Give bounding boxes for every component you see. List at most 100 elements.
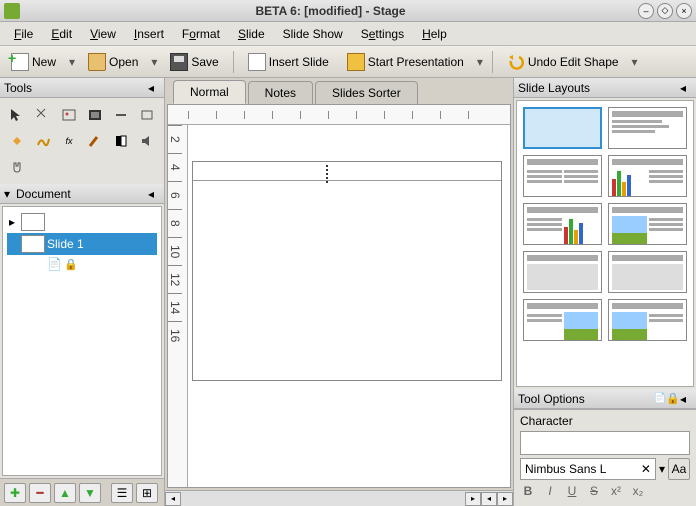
right-panel: Slide Layouts ◂ Tool Options 📄 🔒 ◂ Chara… <box>513 78 696 506</box>
separator <box>233 51 234 73</box>
menu-slideshow[interactable]: Slide Show <box>275 24 351 44</box>
app-icon <box>4 3 20 19</box>
line-tool[interactable] <box>110 104 132 126</box>
font-dropdown-icon[interactable]: ▾ <box>659 462 665 476</box>
lock-icon: 🔒 <box>64 258 78 271</box>
layout-blank[interactable] <box>523 107 602 149</box>
italic-button[interactable]: I <box>542 484 558 498</box>
center-area: Normal Notes Slides Sorter 2468101214161… <box>165 78 513 506</box>
options-collapse[interactable]: ◂ <box>680 392 692 406</box>
tool-options-panel: Character Nimbus Sans L ✕ ▾ Aa B I U S x… <box>514 409 696 506</box>
move-down-button[interactable]: ▼ <box>79 483 101 503</box>
start-presentation-button[interactable]: Start Presentation <box>340 49 471 75</box>
layout-title-only-2[interactable] <box>608 251 687 293</box>
scroll-left-2[interactable]: ◂ <box>481 492 497 506</box>
clear-icon[interactable]: ✕ <box>641 462 651 476</box>
save-button[interactable]: Save <box>163 49 225 75</box>
pin-icon[interactable]: 📄 <box>654 393 666 404</box>
layout-image-text[interactable] <box>608 203 687 245</box>
speaker-tool[interactable] <box>136 130 158 152</box>
list-view-button[interactable]: ☰ <box>111 483 133 503</box>
character-input[interactable] <box>520 431 690 455</box>
horizontal-scrollbar[interactable]: ◂ ▸ ◂ ▸ <box>165 490 513 506</box>
open-button[interactable]: Open <box>81 49 145 75</box>
media-tool[interactable] <box>84 104 106 126</box>
layout-two-col-text[interactable] <box>523 155 602 197</box>
slide-canvas[interactable] <box>192 161 502 381</box>
play-icon <box>347 53 365 71</box>
picture-tool[interactable] <box>58 104 80 126</box>
contrast-tool[interactable] <box>110 130 132 152</box>
fill-tool[interactable] <box>6 130 28 152</box>
layouts-collapse[interactable]: ◂ <box>680 81 692 95</box>
layout-chart-text[interactable] <box>608 155 687 197</box>
menu-settings[interactable]: Settings <box>353 24 412 44</box>
maximize-button[interactable]: ◇ <box>657 3 673 19</box>
undo-button[interactable]: Undo Edit Shape <box>500 49 626 75</box>
open-dropdown[interactable]: ▾ <box>149 55 159 69</box>
subscript-button[interactable]: x₂ <box>630 484 646 498</box>
strike-button[interactable]: S <box>586 484 602 498</box>
layer-icon: 📄 <box>47 257 62 271</box>
bold-button[interactable]: B <box>520 484 536 498</box>
new-dropdown[interactable]: ▾ <box>67 55 77 69</box>
rect-tool[interactable] <box>136 104 158 126</box>
layouts-header: Slide Layouts ◂ <box>514 78 696 98</box>
layout-text-chart[interactable] <box>523 203 602 245</box>
document-collapse[interactable]: ▾ <box>4 187 16 201</box>
expand-icon[interactable]: ▸ <box>9 215 19 229</box>
scroll-left[interactable]: ◂ <box>165 492 181 506</box>
horizontal-ruler[interactable]: 246810121416182022 <box>168 105 510 125</box>
tab-normal[interactable]: Normal <box>173 80 246 104</box>
document-collapse-arrow[interactable]: ◂ <box>148 187 160 201</box>
menu-format[interactable]: Format <box>174 24 228 44</box>
tab-sorter[interactable]: Slides Sorter <box>315 81 418 104</box>
superscript-button[interactable]: x² <box>608 484 624 498</box>
grid-view-button[interactable]: ⊞ <box>136 483 158 503</box>
layout-text-image[interactable] <box>523 299 602 341</box>
presentation-dropdown[interactable]: ▾ <box>475 55 485 69</box>
text-format-row: B I U S x² x₂ <box>520 480 690 502</box>
freehand-tool[interactable] <box>32 130 54 152</box>
tools-collapse[interactable]: ◂ <box>148 81 160 95</box>
fx-tool[interactable]: fx <box>58 130 80 152</box>
tab-notes[interactable]: Notes <box>248 81 313 104</box>
font-picker-button[interactable]: Aa <box>668 458 690 480</box>
undo-icon <box>507 53 525 71</box>
brush-tool[interactable] <box>84 130 106 152</box>
minimize-button[interactable]: – <box>638 3 654 19</box>
font-family-select[interactable]: Nimbus Sans L ✕ <box>520 458 656 480</box>
scroll-right[interactable]: ▸ <box>465 492 481 506</box>
tools-palette: fx <box>0 98 164 184</box>
menu-file[interactable]: File <box>6 24 41 44</box>
menu-view[interactable]: View <box>82 24 124 44</box>
remove-button[interactable]: ━ <box>29 483 51 503</box>
lock-icon[interactable]: 🔒 <box>666 392 680 405</box>
tree-slide-layers[interactable]: 📄 🔒 <box>7 255 157 273</box>
pan-tool[interactable] <box>6 156 28 178</box>
move-up-button[interactable]: ▲ <box>54 483 76 503</box>
undo-dropdown[interactable]: ▾ <box>630 55 640 69</box>
menu-help[interactable]: Help <box>414 24 455 44</box>
document-tree[interactable]: ▸ Slide 1 📄 🔒 <box>2 206 162 476</box>
add-button[interactable]: ✚ <box>4 483 26 503</box>
canvas-area[interactable]: 246810121416182022 246810121416 <box>167 104 511 488</box>
layout-image-text-2[interactable] <box>608 299 687 341</box>
menu-slide[interactable]: Slide <box>230 24 273 44</box>
menu-insert[interactable]: Insert <box>126 24 172 44</box>
text-tool[interactable] <box>32 104 54 126</box>
menu-edit[interactable]: Edit <box>43 24 80 44</box>
underline-button[interactable]: U <box>564 484 580 498</box>
insert-slide-button[interactable]: Insert Slide <box>241 49 336 75</box>
main-toolbar: New ▾ Open ▾ Save Insert Slide Start Pre… <box>0 46 696 78</box>
layout-title-bullets[interactable] <box>608 107 687 149</box>
layout-title-only[interactable] <box>523 251 602 293</box>
new-button[interactable]: New <box>4 49 63 75</box>
pointer-tool[interactable] <box>6 104 28 126</box>
vertical-ruler[interactable]: 246810121416 <box>168 125 188 487</box>
tree-root[interactable]: ▸ <box>7 211 157 233</box>
view-tabs: Normal Notes Slides Sorter <box>165 78 513 104</box>
close-button[interactable]: × <box>676 3 692 19</box>
tree-slide-1[interactable]: Slide 1 <box>7 233 157 255</box>
scroll-right-2[interactable]: ▸ <box>497 492 513 506</box>
